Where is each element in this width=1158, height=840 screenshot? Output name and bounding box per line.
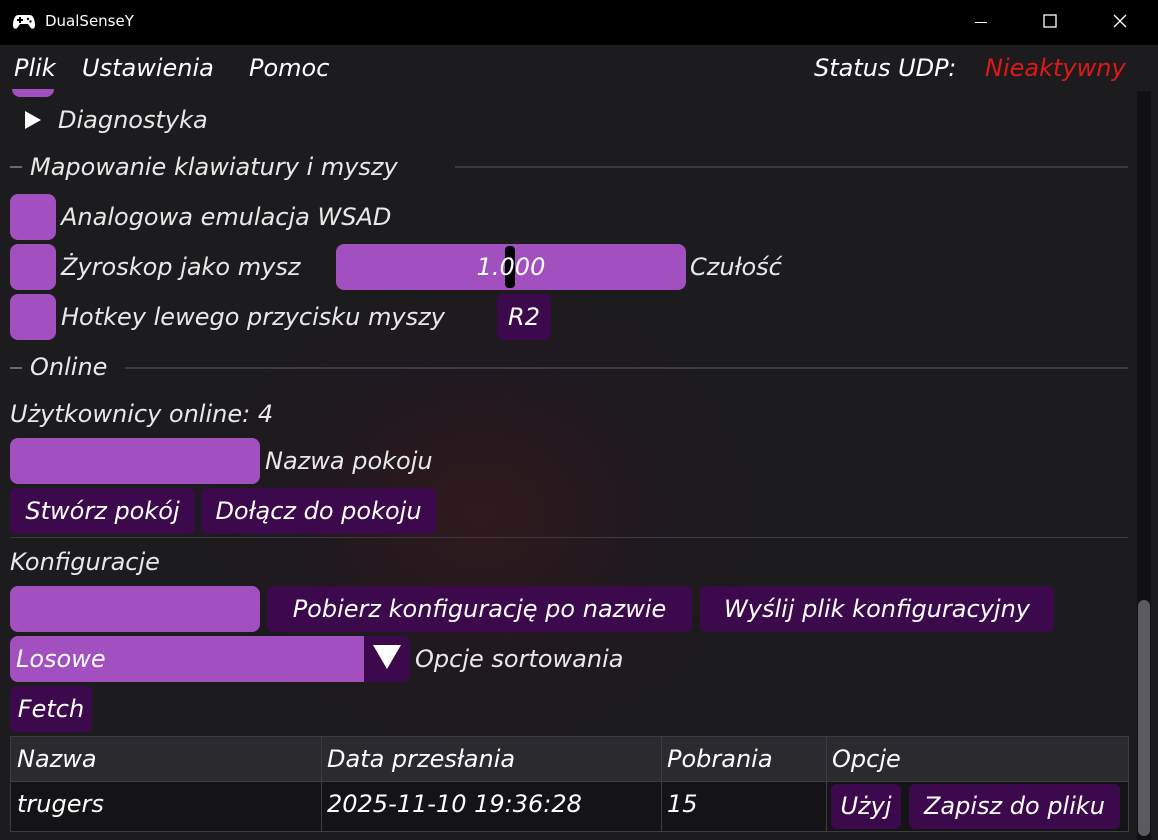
menu-item-settings[interactable]: Ustawienia — [82, 52, 214, 84]
wsad-checkbox[interactable] — [10, 194, 56, 240]
wsad-label: Analogowa emulacja WSAD — [61, 203, 392, 231]
section-separator — [10, 367, 22, 369]
udp-status-value: Nieaktywny — [985, 54, 1126, 82]
column-header-downloads: Pobrania — [667, 745, 773, 773]
app-content: Plik Ustawienia Pomoc Status UDP: Nieakt… — [0, 45, 1158, 840]
fetch-config-by-name-button[interactable]: Pobierz konfigurację po nazwie — [267, 586, 692, 632]
section-separator — [125, 367, 1128, 369]
scrollbar-thumb[interactable] — [1138, 600, 1150, 836]
chevron-down-icon — [372, 644, 402, 674]
table-header: Nazwa Data przesłania Pobrania Opcje — [11, 737, 1128, 781]
table-row: trugers 2025-11-10 19:36:28 15 Użyj Zapi… — [11, 782, 1128, 831]
maximize-button[interactable] — [1027, 0, 1073, 45]
configs-title: Konfiguracje — [10, 548, 160, 576]
sort-dropdown-toggle[interactable] — [364, 636, 410, 682]
column-header-name: Nazwa — [17, 745, 97, 773]
save-config-to-file-button[interactable]: Zapisz do pliku — [909, 784, 1120, 829]
join-room-button[interactable]: Dołącz do pokoju — [201, 488, 436, 534]
minimize-icon — [975, 13, 987, 32]
config-name-input[interactable] — [10, 586, 260, 632]
hotkey-checkbox[interactable] — [10, 294, 56, 340]
sort-selected-value: Losowe — [16, 645, 106, 673]
maximize-icon — [1043, 13, 1057, 32]
menu-item-help[interactable]: Pomoc — [249, 52, 329, 84]
expand-arrow-icon — [24, 110, 42, 134]
configs-table: Nazwa Data przesłania Pobrania Opcje tru… — [10, 736, 1129, 832]
hotkey-label: Hotkey lewego przycisku myszy — [61, 303, 445, 331]
close-icon — [1113, 13, 1127, 32]
column-header-options: Opcje — [832, 745, 901, 773]
menu-bar: Plik Ustawienia Pomoc Status UDP: Nieakt… — [0, 45, 1158, 91]
column-separator — [321, 737, 322, 831]
users-online-count: Użytkownicy online: 4 — [10, 400, 274, 428]
sensitivity-label: Czułość — [690, 253, 782, 281]
fetch-button[interactable]: Fetch — [10, 686, 92, 732]
section-title-online: Online — [30, 353, 108, 381]
gamepad-icon — [12, 12, 36, 32]
hotkey-bind-button[interactable]: R2 — [497, 294, 551, 340]
separator — [10, 537, 1128, 538]
sort-dropdown-field[interactable]: Losowe — [10, 636, 364, 682]
scrolled-item-remnant — [12, 89, 54, 97]
room-name-input[interactable] — [10, 438, 260, 484]
close-button[interactable] — [1097, 0, 1143, 45]
sort-label: Opcje sortowania — [415, 645, 624, 673]
vertical-scrollbar[interactable] — [1137, 91, 1151, 840]
section-title-mapping: Mapowanie klawiatury i myszy — [30, 153, 398, 181]
sort-dropdown[interactable]: Losowe — [10, 636, 410, 682]
column-separator — [826, 737, 827, 831]
upload-config-button[interactable]: Wyślij plik konfiguracyjny — [700, 586, 1054, 632]
column-separator — [661, 737, 662, 831]
menu-item-file[interactable]: Plik — [14, 52, 56, 84]
config-downloads-cell: 15 — [667, 790, 698, 818]
section-separator — [455, 166, 1128, 168]
column-header-date: Data przesłania — [327, 745, 516, 773]
config-name-cell: trugers — [17, 790, 104, 818]
config-date-cell: 2025-11-10 19:36:28 — [327, 790, 582, 818]
sensitivity-slider[interactable]: 1.000 — [336, 244, 686, 290]
use-config-button[interactable]: Użyj — [831, 784, 901, 829]
gyro-mouse-label: Żyroskop jako mysz — [61, 253, 301, 281]
gyro-mouse-checkbox[interactable] — [10, 244, 56, 290]
diagnostics-label: Diagnostyka — [58, 106, 208, 134]
create-room-button[interactable]: Stwórz pokój — [10, 488, 195, 534]
sensitivity-value: 1.000 — [476, 253, 546, 281]
window-title: DualSenseY — [45, 12, 134, 30]
section-separator — [10, 166, 22, 168]
room-name-label: Nazwa pokoju — [265, 447, 433, 475]
udp-status-label: Status UDP: — [814, 54, 957, 82]
title-bar: DualSenseY — [0, 0, 1158, 45]
minimize-button[interactable] — [958, 0, 1004, 45]
